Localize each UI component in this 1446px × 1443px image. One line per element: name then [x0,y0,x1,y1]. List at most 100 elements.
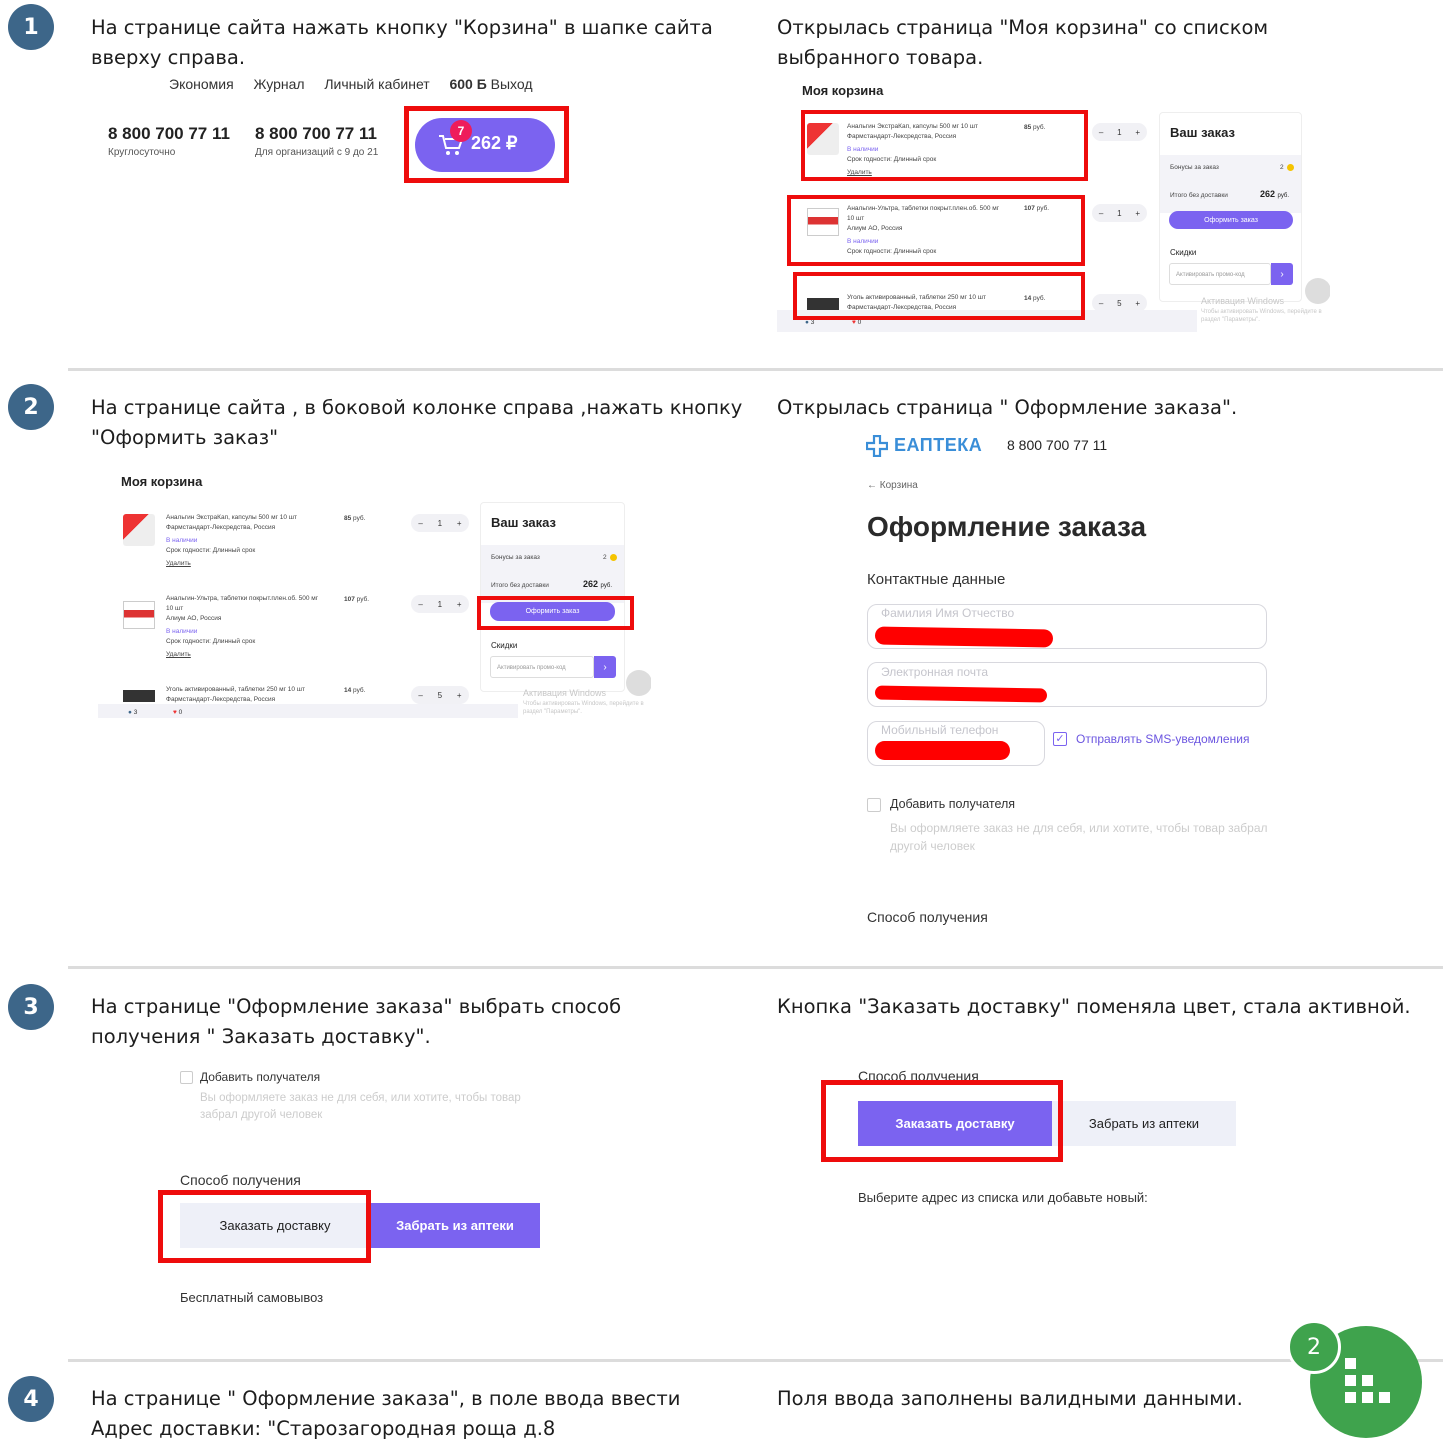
phone-1-note: Круглосуточно [108,147,176,158]
minus-icon[interactable]: – [1099,128,1103,137]
eye-icon: ● [805,319,809,326]
logout-link[interactable]: Выход [491,76,533,92]
minus-icon[interactable]: – [1099,209,1103,218]
item-stock: В наличии [166,537,198,544]
item-currency: руб. [356,596,370,603]
item-name[interactable]: Анальгин ЭкстраКап, капсулы 500 мг 10 шт [166,513,346,523]
minus-icon[interactable]: – [418,691,422,700]
phone-2[interactable]: 8 800 700 77 11 [255,124,377,144]
windows-hint: Чтобы активировать Windows, перейдите в … [523,701,644,715]
summary-title: Ваш заказ [1170,125,1235,140]
item-name[interactable]: Анальгин-Ультра, таблетки покрыт.плен.об… [166,594,346,604]
views-count: 3 [133,709,138,716]
apps-grid-icon [1345,1358,1390,1403]
qty-stepper[interactable]: – 1 + [1092,123,1147,141]
promo-input[interactable]: Активировать промо-код [1169,263,1271,285]
product-image [123,690,155,702]
discounts-label: Скидки [1170,248,1197,257]
recipient-hint: Вы оформляете заказ не для себя, или хот… [200,1092,521,1121]
scroll-up-icon[interactable] [1305,278,1330,304]
item-name[interactable]: Уголь активированный, таблетки 250 мг 10… [166,685,346,695]
nav-economy[interactable]: Экономия [169,76,234,92]
step-number-3: 3 [8,984,54,1030]
promo-input[interactable]: Активировать промо-код [490,656,594,678]
eye-icon: ● [128,709,132,716]
qty-value: 5 [437,690,443,700]
promo-submit-button[interactable]: › [1271,263,1293,285]
windows-watermark: Активация Windows [523,688,606,698]
qty-stepper[interactable]: – 1 + [411,595,469,613]
support-phone[interactable]: 8 800 700 77 11 [1007,437,1107,453]
views-count: 3 [810,319,815,326]
back-to-cart-link[interactable]: ← Корзина [867,480,918,491]
likes-count: 0 [178,709,183,716]
separator [68,368,1443,371]
eapteka-logo[interactable]: ЕАПТЕКА [894,435,982,456]
pickup-button[interactable]: Забрать из аптеки [370,1203,540,1248]
add-recipient-checkbox[interactable] [867,798,881,812]
nav-account[interactable]: Личный кабинет [324,76,429,92]
bonus-value: 2 [603,554,607,561]
step-number-1: 1 [8,4,54,50]
plus-icon[interactable]: + [457,600,462,609]
qty-stepper[interactable]: – 5 + [411,686,469,704]
free-pickup-label: Бесплатный самовывоз [180,1290,324,1305]
item-name-cont: 10 шт [166,605,184,612]
qty-value: 1 [1117,208,1122,218]
delivery-choice-screenshot: Добавить получателя Вы оформляете заказ … [170,1062,550,1312]
bonus-label: Бонусы за заказ [1170,164,1219,171]
add-recipient-checkbox[interactable] [180,1071,193,1084]
total-currency: руб. [1277,193,1289,199]
item-remove[interactable]: Удалить [166,650,346,660]
sms-checkbox[interactable]: ✓ [1053,732,1067,746]
highlight-order-delivery-active [821,1080,1063,1162]
redacted-email [874,685,1048,703]
cart-title: Моя корзина [121,474,203,489]
item-maker: Фармстандарт-Лексредства, Россия [166,524,276,531]
step-3-result: Кнопка "Заказать доставку" поменяла цвет… [777,995,1411,1018]
highlight-item-3 [793,272,1085,320]
step-4-action: На странице " Оформление заказа", в поле… [91,1387,681,1440]
step-4-result: Поля ввода заполнены валидными данными. [777,1387,1243,1410]
plus-icon[interactable]: + [457,691,462,700]
plus-icon[interactable]: + [1135,299,1140,308]
minus-icon[interactable]: – [1099,299,1103,308]
item-maker: Алиум АО, Россия [166,615,222,622]
step-2-action: На странице сайта , в боковой колонке сп… [91,396,743,449]
item-price: 107 [344,596,355,603]
step-2-result: Открылась страница " Оформление заказа". [777,396,1238,419]
qty-value: 1 [437,599,443,609]
recipient-hint: Вы оформляете заказ не для себя, или хот… [890,821,1268,853]
minus-icon[interactable]: – [418,600,422,609]
promo-submit-button[interactable]: › [594,656,616,678]
heart-icon: ♥ [852,319,856,326]
bonus-balance: 600 Б [449,76,487,92]
step-1-action: На странице сайта нажать кнопку "Корзина… [91,16,713,69]
scroll-up-icon[interactable] [626,670,651,696]
phone-2-note: Для организаций с 9 до 21 [255,147,379,158]
checkout-button[interactable]: Оформить заказ [1169,211,1293,229]
pickup-button[interactable]: Забрать из аптеки [1052,1101,1236,1146]
plus-icon[interactable]: + [1135,128,1140,137]
bonus-label: Бонусы за заказ [491,554,540,561]
item-currency: руб. [353,515,366,522]
nav-journal[interactable]: Журнал [253,76,304,92]
windows-watermark: Активация Windows [1201,296,1284,306]
qty-stepper[interactable]: – 1 + [411,514,469,532]
phone-1[interactable]: 8 800 700 77 11 [108,124,230,144]
heart-icon: ♥ [173,709,177,716]
sms-label: Отправлять SMS-уведомления [1076,732,1250,746]
qty-value: 1 [1117,127,1122,137]
coin-icon [1287,164,1294,171]
total-label: Итого без доставки [1170,192,1228,199]
item-expiry: Срок годности: Длинный срок [166,638,256,645]
item-remove[interactable]: Удалить [166,559,346,569]
plus-icon[interactable]: + [1135,209,1140,218]
item-expiry: Срок годности: Длинный срок [166,547,256,554]
minus-icon[interactable]: – [418,519,422,528]
highlight-item-2 [787,195,1085,266]
item-price: 14 [344,687,352,694]
plus-icon[interactable]: + [457,519,462,528]
qty-stepper[interactable]: – 1 + [1092,204,1147,222]
cart-screenshot-2: Моя корзина Анальгин ЭкстраКап, капсулы … [98,468,651,718]
